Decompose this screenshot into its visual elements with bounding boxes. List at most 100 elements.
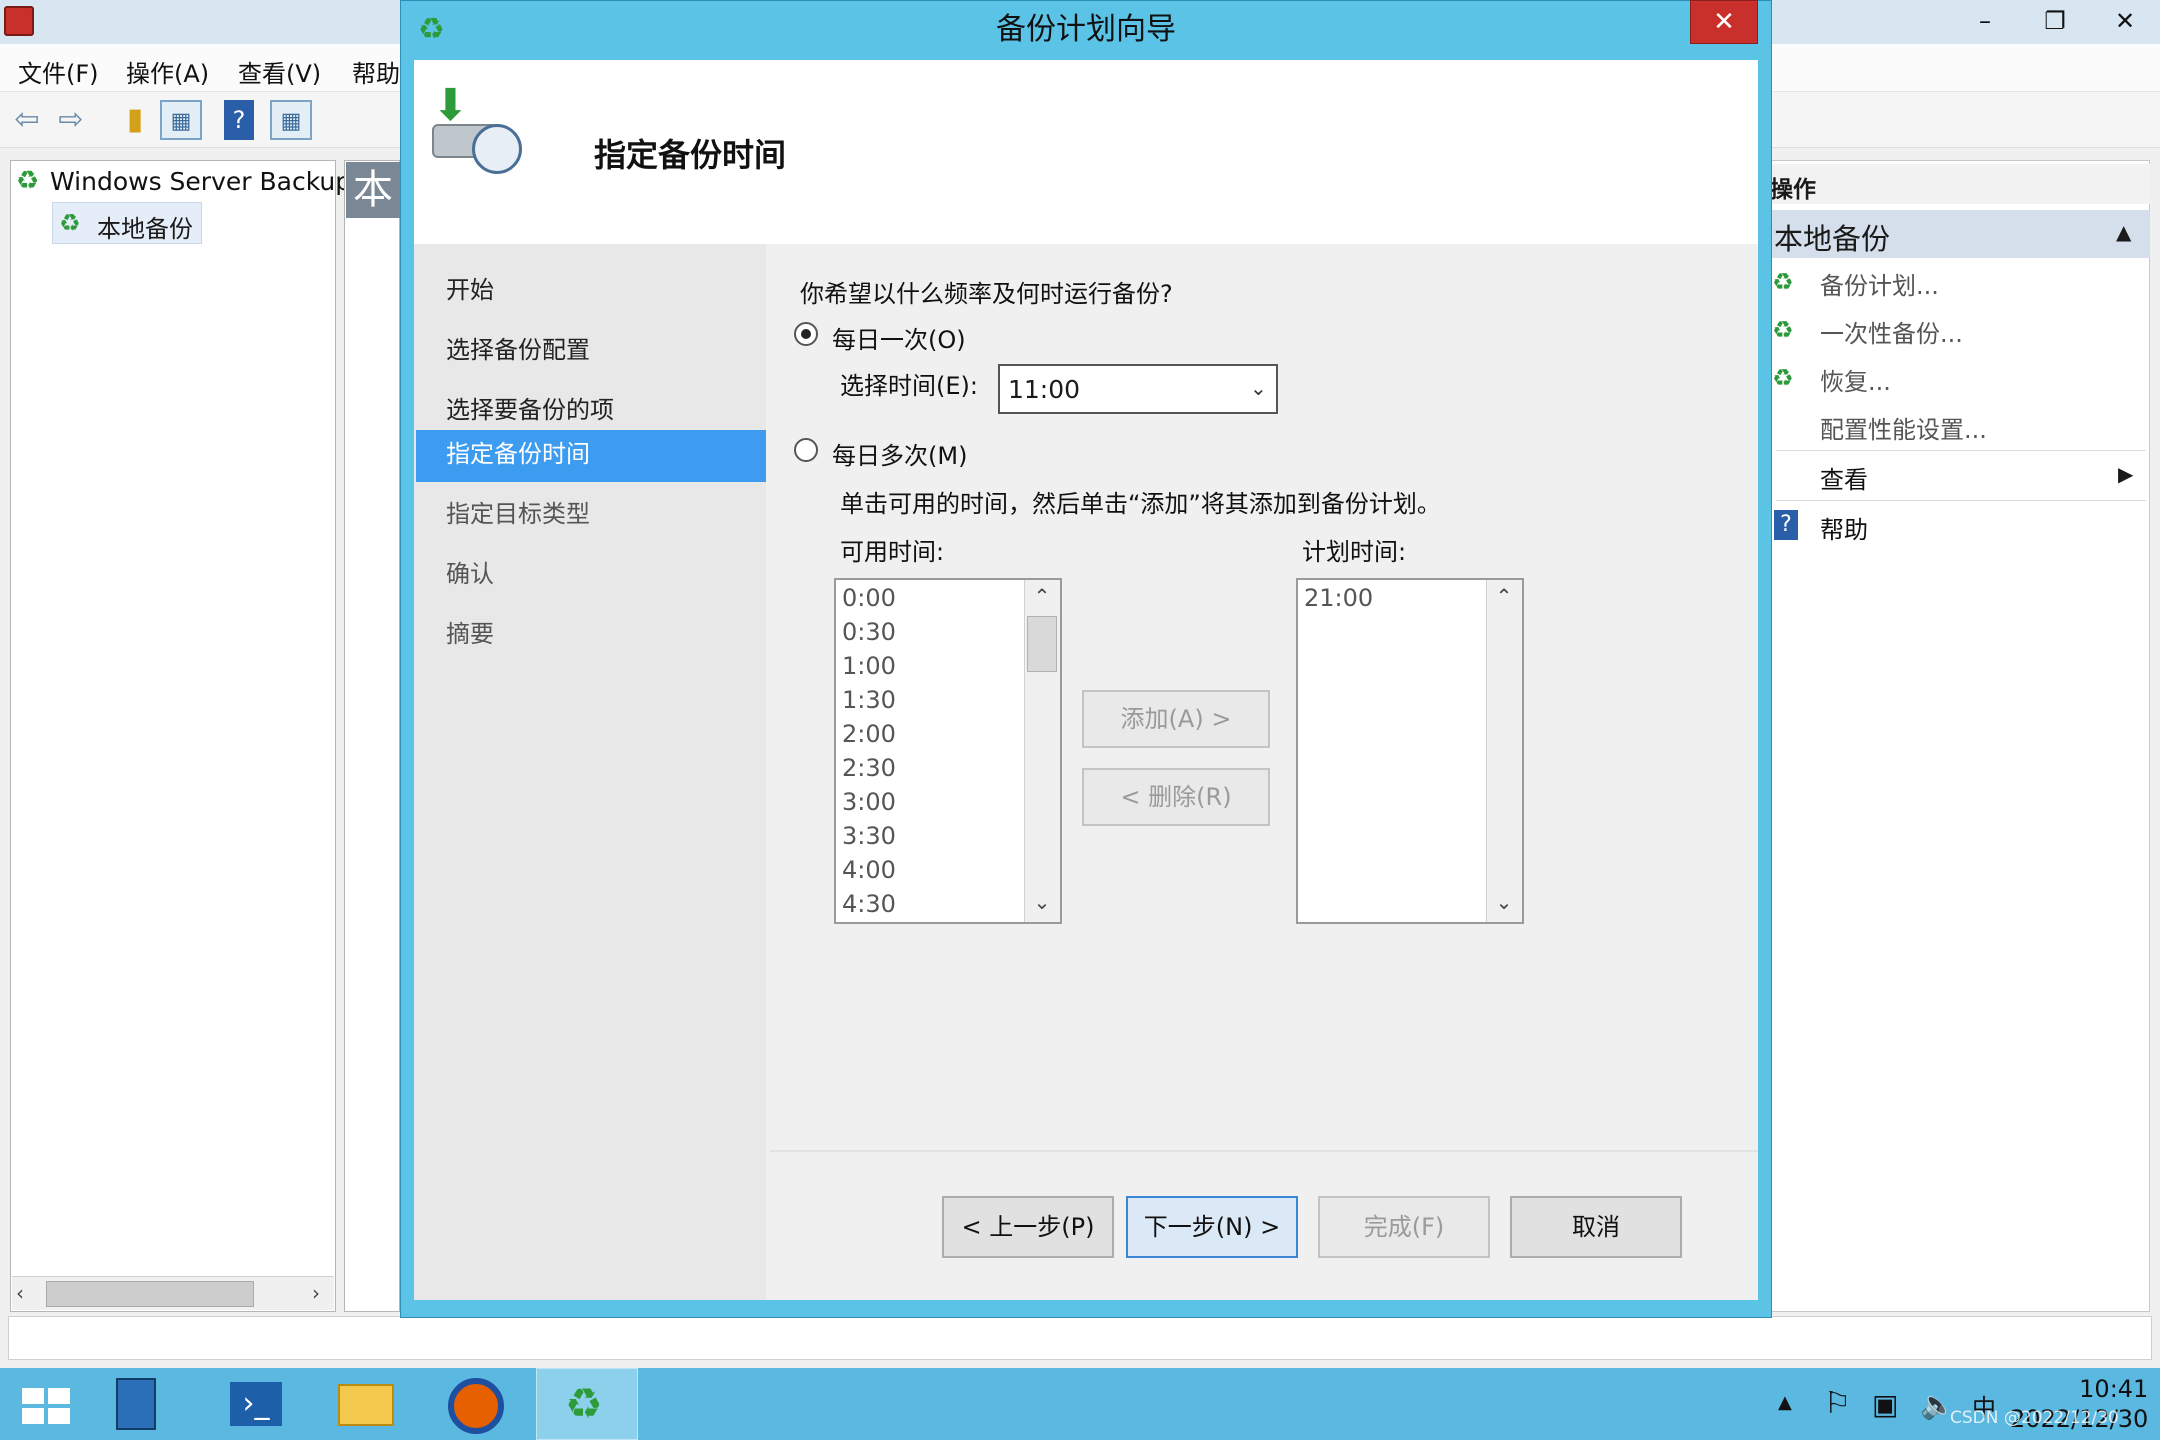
finish-button[interactable]: 完成(F) bbox=[1318, 1196, 1490, 1258]
network-icon[interactable]: ▣ bbox=[1872, 1388, 1898, 1421]
chevron-down-icon[interactable]: ⌄ bbox=[1250, 376, 1267, 400]
scheduled-times-scrollbar[interactable] bbox=[1486, 580, 1522, 922]
actions-header: 操作 bbox=[1770, 164, 2150, 204]
action-recover[interactable]: 恢复... bbox=[1820, 362, 1891, 397]
step-specify-time[interactable]: 指定备份时间 bbox=[446, 434, 590, 469]
dialog-close-button[interactable]: ✕ bbox=[1690, 0, 1758, 44]
console-tree bbox=[10, 160, 336, 1312]
start-button[interactable] bbox=[0, 1368, 90, 1440]
backup-taskbar-icon[interactable]: ♻ bbox=[536, 1368, 638, 1440]
backup-clock-icon: ⬇ bbox=[432, 80, 532, 180]
instructions-text: 单击可用的时间，然后单击“添加”将其添加到备份计划。 bbox=[840, 490, 1441, 518]
server-manager-icon[interactable] bbox=[96, 1368, 196, 1440]
once-daily-label[interactable]: 每日一次(O) bbox=[832, 320, 966, 355]
tree-root-label[interactable]: Windows Server Backup bbox=[50, 167, 351, 196]
menu-view[interactable]: 查看(V) bbox=[238, 54, 321, 89]
action-help[interactable]: 帮助 bbox=[1820, 510, 1868, 545]
scroll-down-icon[interactable]: ⌄ bbox=[1489, 890, 1519, 914]
step-summary[interactable]: 摘要 bbox=[446, 614, 494, 649]
scroll-left-icon[interactable]: ‹ bbox=[16, 1281, 24, 1305]
close-button[interactable]: ✕ bbox=[2090, 0, 2160, 42]
windows-logo-icon bbox=[22, 1388, 44, 1404]
scheduled-time-item[interactable]: 21:00 bbox=[1304, 584, 1373, 612]
radio-once-daily[interactable] bbox=[794, 322, 818, 346]
scroll-up-icon[interactable]: ⌃ bbox=[1027, 584, 1057, 608]
clock-time: 10:41 bbox=[2079, 1375, 2149, 1403]
windows-logo-icon bbox=[48, 1408, 70, 1424]
scroll-thumb[interactable] bbox=[46, 1281, 254, 1307]
radio-multiple-daily[interactable] bbox=[794, 438, 818, 462]
scroll-right-icon[interactable]: › bbox=[312, 1281, 320, 1305]
next-button[interactable]: 下一步(N) > bbox=[1126, 1196, 1298, 1258]
backup-node-icon: ♻ bbox=[16, 166, 40, 196]
tree-node-local-backup[interactable]: ♻ 本地备份 bbox=[52, 202, 202, 244]
scroll-down-icon[interactable]: ⌄ bbox=[1027, 890, 1057, 914]
add-button[interactable]: 添加(A) > bbox=[1082, 690, 1270, 748]
back-button[interactable]: < 上一步(P) bbox=[942, 1196, 1114, 1258]
forward-arrow-icon[interactable]: ⇨ bbox=[50, 100, 92, 140]
step-start[interactable]: 开始 bbox=[446, 270, 494, 305]
collapse-triangle-icon[interactable]: ▲ bbox=[2116, 220, 2131, 244]
recover-icon: ♻ bbox=[1772, 364, 1794, 392]
scroll-up-icon[interactable]: ⌃ bbox=[1489, 584, 1519, 608]
local-backup-icon: ♻ bbox=[59, 209, 81, 237]
center-pane-header: 本 bbox=[346, 162, 400, 218]
tree-horizontal-scrollbar[interactable]: ‹ › bbox=[12, 1276, 334, 1310]
menu-help[interactable]: 帮助 bbox=[352, 54, 400, 89]
submenu-arrow-icon: ▶ bbox=[2118, 462, 2134, 486]
available-time-item[interactable]: 2:30 bbox=[842, 754, 896, 782]
menu-file[interactable]: 文件(F) bbox=[18, 54, 99, 89]
backup-once-icon: ♻ bbox=[1772, 316, 1794, 344]
backup-app-icon bbox=[4, 6, 34, 36]
action-configure-performance[interactable]: 配置性能设置... bbox=[1820, 410, 1987, 445]
actions-section-label: 本地备份 bbox=[1774, 222, 1891, 256]
actions-section-local-backup[interactable]: 本地备份 ▲ bbox=[1770, 210, 2150, 258]
backup-schedule-icon: ♻ bbox=[1772, 268, 1794, 296]
available-time-item[interactable]: 4:00 bbox=[842, 856, 896, 884]
available-time-item[interactable]: 3:30 bbox=[842, 822, 896, 850]
multiple-daily-label[interactable]: 每日多次(M) bbox=[832, 436, 967, 471]
show-hidden-icons-icon[interactable]: ▲ bbox=[1778, 1392, 1792, 1413]
available-times-label: 可用时间: bbox=[840, 538, 945, 566]
console-tree-icon[interactable]: ▦ bbox=[160, 100, 202, 140]
back-arrow-icon[interactable]: ⇦ bbox=[6, 100, 48, 140]
windows-logo-icon bbox=[22, 1408, 44, 1424]
select-time-label: 选择时间(E): bbox=[840, 372, 978, 400]
actions-divider bbox=[1776, 500, 2146, 501]
step-select-config[interactable]: 选择备份配置 bbox=[446, 330, 590, 365]
step-select-items[interactable]: 选择要备份的项 bbox=[446, 390, 614, 425]
actions-divider bbox=[1776, 450, 2146, 451]
menu-action[interactable]: 操作(A) bbox=[126, 54, 209, 89]
firefox-icon[interactable] bbox=[426, 1368, 526, 1440]
action-view[interactable]: 查看 bbox=[1820, 460, 1868, 495]
backup-app-icon: ♻ bbox=[565, 1379, 603, 1428]
help-icon[interactable]: ? bbox=[224, 100, 254, 140]
dialog-title: 备份计划向导 bbox=[996, 12, 1176, 47]
available-time-item[interactable]: 3:00 bbox=[842, 788, 896, 816]
minimize-button[interactable]: – bbox=[1950, 0, 2020, 42]
step-confirm[interactable]: 确认 bbox=[446, 554, 494, 589]
action-backup-once[interactable]: 一次性备份... bbox=[1820, 314, 1963, 349]
cancel-button[interactable]: 取消 bbox=[1510, 1196, 1682, 1258]
available-time-item[interactable]: 2:00 bbox=[842, 720, 896, 748]
available-time-item[interactable]: 0:00 bbox=[842, 584, 896, 612]
available-time-item[interactable]: 1:00 bbox=[842, 652, 896, 680]
available-time-item[interactable]: 0:30 bbox=[842, 618, 896, 646]
help-icon: ? bbox=[1774, 510, 1798, 540]
file-explorer-icon[interactable] bbox=[316, 1368, 416, 1440]
action-backup-schedule[interactable]: 备份计划... bbox=[1820, 266, 1939, 301]
scroll-thumb[interactable] bbox=[1027, 616, 1057, 672]
flag-icon[interactable]: ⚐ bbox=[1824, 1386, 1851, 1421]
frequency-question: 你希望以什么频率及何时运行备份? bbox=[800, 280, 1173, 308]
powershell-icon[interactable]: ›_ bbox=[206, 1368, 306, 1440]
time-dropdown[interactable]: 11:00 bbox=[998, 364, 1278, 414]
folder-up-icon[interactable]: ▮ bbox=[114, 100, 156, 140]
windows-logo-icon bbox=[48, 1388, 70, 1404]
remove-button[interactable]: < 删除(R) bbox=[1082, 768, 1270, 826]
available-time-item[interactable]: 4:30 bbox=[842, 890, 896, 918]
available-time-item[interactable]: 1:30 bbox=[842, 686, 896, 714]
restore-button[interactable]: ❐ bbox=[2020, 0, 2090, 42]
step-destination-type[interactable]: 指定目标类型 bbox=[446, 494, 590, 529]
action-pane-icon[interactable]: ▦ bbox=[270, 100, 312, 140]
wizard-heading: 指定备份时间 bbox=[594, 136, 787, 174]
